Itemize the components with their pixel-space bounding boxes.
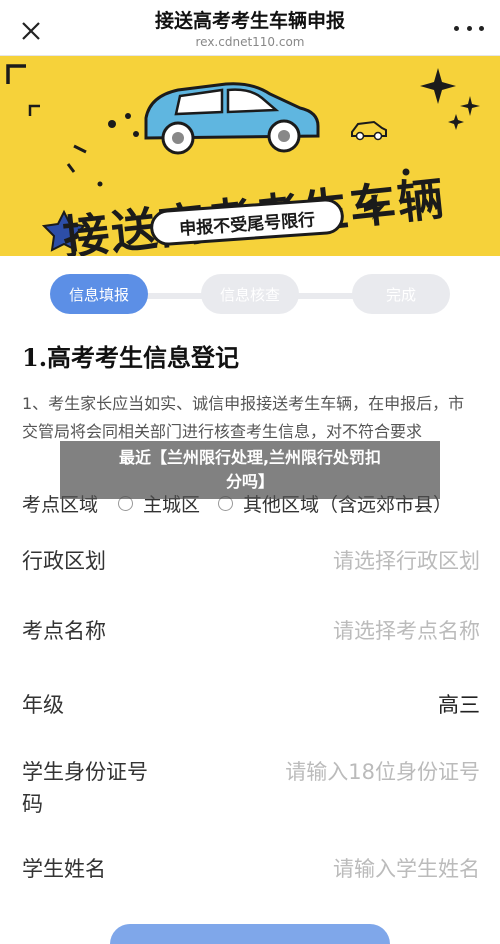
grade-field[interactable]: 年级 高三 <box>22 686 480 722</box>
district-field[interactable]: 行政区划 请选择行政区划 <box>22 542 480 578</box>
student-name-field[interactable]: 学生姓名 请输入学生姓名 <box>22 850 480 886</box>
exam-site-select[interactable]: 请选择考点名称 <box>333 615 480 645</box>
close-icon <box>22 22 40 40</box>
sparkle-icon <box>420 68 480 130</box>
top-bar: 接送高考考生车辆申报 rex.cdnet110.com <box>0 0 500 56</box>
grade-value[interactable]: 高三 <box>438 689 480 719</box>
field-label: 行政区划 <box>22 549 106 573</box>
field-label: 学生姓名 <box>22 857 106 881</box>
exam-site-field[interactable]: 考点名称 请选择考点名称 <box>22 612 480 648</box>
page-title: 接送高考考生车辆申报 <box>154 10 345 32</box>
car-icon <box>144 82 320 155</box>
step-complete: 完成 <box>352 274 450 314</box>
field-label-line: 码 <box>22 792 43 816</box>
progress-steps: 信息填报 信息核查 完成 <box>0 266 500 322</box>
page-url: rex.cdnet110.com <box>195 35 305 49</box>
small-car-icon <box>351 120 387 141</box>
more-dot-icon <box>454 25 459 31</box>
title-block: 接送高考考生车辆申报 rex.cdnet110.com <box>80 8 420 50</box>
district-select[interactable]: 请选择行政区划 <box>333 545 480 575</box>
close-button[interactable] <box>14 14 48 48</box>
step-info-review: 信息核查 <box>201 274 299 314</box>
overlay-caption: 最近【兰州限行处理,兰州限行处罚扣 分吗】 <box>60 441 440 499</box>
submit-button[interactable] <box>110 924 390 944</box>
overlay-line: 最近【兰州限行处理,兰州限行处罚扣 <box>118 448 382 467</box>
section-title: 1.高考考生信息登记 <box>22 343 240 372</box>
field-label: 学生身份证号 码 <box>22 756 148 820</box>
more-dot-icon <box>466 25 472 31</box>
more-dot-icon <box>479 25 484 31</box>
student-name-input[interactable]: 请输入学生姓名 <box>333 853 480 883</box>
more-options-button[interactable] <box>454 20 484 36</box>
field-label-line: 学生身份证号 <box>22 760 148 784</box>
field-label: 年级 <box>22 693 64 717</box>
student-id-input[interactable]: 请输入18位身份证号 <box>285 756 480 788</box>
notice-text: 1、考生家长应当如实、诚信申报接送考生车辆，在申报后，市交管局将会同相关部门进行… <box>22 394 465 441</box>
field-label: 考点名称 <box>22 619 106 643</box>
overlay-line: 分吗】 <box>225 472 274 491</box>
student-id-field[interactable]: 学生身份证号 码 请输入18位身份证号 <box>22 756 480 820</box>
step-info-entry: 信息填报 <box>50 274 148 314</box>
